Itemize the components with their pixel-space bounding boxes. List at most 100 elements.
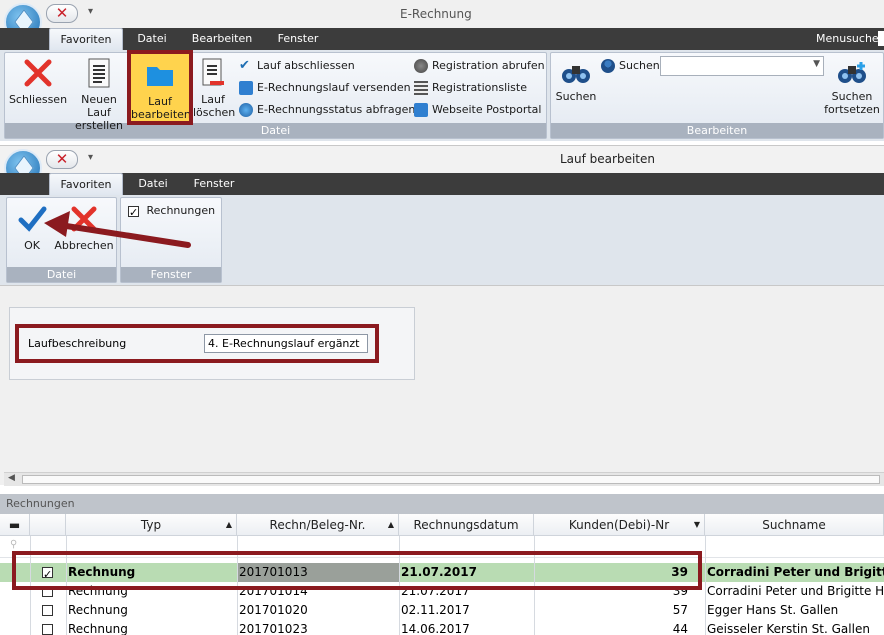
webseite-postportal-label: Webseite Postportal: [432, 103, 542, 116]
close-icon: ✕: [55, 150, 69, 168]
grid-header-collapse[interactable]: ▬: [0, 514, 30, 536]
home-icon: [414, 103, 428, 117]
suchen-button[interactable]: Suchen: [553, 60, 599, 103]
list-icon: [414, 81, 428, 95]
table-row[interactable]: Rechnung 201701023 14.06.2017 44 Geissel…: [0, 620, 884, 635]
tab-datei[interactable]: Datei: [128, 28, 176, 50]
close-quick-button-2[interactable]: ✕: [46, 150, 78, 169]
cell-typ: Rechnung: [68, 603, 128, 617]
suchen-fortsetzen-label: Suchen fortsetzen: [824, 90, 880, 116]
ribbon1-group-bearbeiten-label: Bearbeiten: [551, 123, 883, 138]
scroll-left-icon[interactable]: ◀: [8, 473, 15, 483]
cell-suchname: Egger Hans St. Gallen: [707, 603, 839, 617]
suchen-big-label: Suchen: [555, 90, 597, 103]
sort-up-icon: ▲: [225, 520, 232, 529]
cell-nr: 201701023: [239, 622, 308, 635]
grid-header-kunde[interactable]: Kunden(Debi)-Nr ▼: [534, 514, 705, 536]
binoculars-plus-icon: [838, 62, 866, 83]
grid-header-nr[interactable]: Rechn/Beleg-Nr. ▲: [237, 514, 399, 536]
window1-title: E-Rechnung: [400, 7, 472, 21]
highlight-lauf-bearbeiten: [127, 50, 193, 125]
window2-titlebar: [0, 145, 884, 173]
grid-header-check: [30, 514, 66, 536]
annotation-arrow: [44, 211, 191, 248]
row-checkbox[interactable]: [42, 624, 53, 635]
user-icon: [601, 59, 615, 73]
close-quick-button[interactable]: ✕: [46, 4, 78, 23]
registration-abrufen-button[interactable]: Registration abrufen: [414, 57, 545, 75]
envelope-icon: [239, 81, 253, 95]
grid-header-suchname-label: Suchname: [762, 518, 826, 532]
schliessen-label: Schliessen: [8, 93, 68, 106]
chevron-down-icon: ▼: [813, 59, 820, 69]
tab2-favoriten[interactable]: Favoriten: [49, 173, 123, 196]
grid-header-typ[interactable]: Typ ▲: [66, 514, 237, 536]
table-row[interactable]: Rechnung 201701020 02.11.2017 57 Egger H…: [0, 601, 884, 620]
erechnungslauf-versenden-label: E-Rechnungslauf versenden: [257, 81, 411, 94]
quick-access-menu-icon[interactable]: ▾: [88, 6, 93, 17]
filter-icon[interactable]: ⚲: [10, 539, 17, 550]
lauf-abschliessen-button[interactable]: ✔ Lauf abschliessen: [239, 57, 355, 75]
window2-title: Lauf bearbeiten: [560, 152, 655, 166]
cell-kunde: 57: [672, 603, 688, 617]
cell-suchname: Geisseler Kerstin St. Gallen: [707, 622, 870, 635]
scroll-thumb[interactable]: [22, 475, 880, 484]
suchen-dropdown[interactable]: ▼: [660, 56, 824, 76]
schliessen-button[interactable]: Schliessen: [8, 57, 68, 106]
erechnungsstatus-abfragen-button[interactable]: E-Rechnungsstatus abfragen: [239, 101, 415, 119]
row-checkbox[interactable]: [42, 605, 53, 616]
cell-suchname: Corradini Peter und Brigitte H: [707, 584, 884, 598]
suchen-fortsetzen-button[interactable]: Suchen fortsetzen: [822, 60, 882, 116]
users-icon: [414, 59, 428, 73]
grid-header-datum[interactable]: Rechnungsdatum: [399, 514, 534, 536]
lauf-loeschen-button[interactable]: Lauf löschen: [193, 57, 236, 119]
tab-favoriten[interactable]: Favoriten: [49, 28, 123, 51]
tab2-fenster[interactable]: Fenster: [184, 173, 244, 195]
cell-typ: Rechnung: [68, 622, 128, 635]
grid-header-typ-label: Typ: [140, 518, 162, 532]
binoculars-icon: [562, 66, 590, 83]
registration-abrufen-label: Registration abrufen: [432, 59, 545, 72]
row-check-cell[interactable]: [42, 601, 53, 620]
menusuche-label: Menusuche: [816, 32, 879, 45]
highlight-selected-row: [12, 551, 702, 590]
lauf-loeschen-label: Lauf löschen: [193, 93, 236, 119]
row-check-cell[interactable]: [42, 620, 53, 635]
cell-datum: 02.11.2017: [401, 603, 470, 617]
suchen-label-row: Suchen: [601, 57, 660, 75]
cell-nr: 201701020: [239, 603, 308, 617]
delete-document-icon: [202, 58, 224, 86]
menusuche-input[interactable]: [878, 31, 884, 46]
lauf-abschliessen-label: Lauf abschliessen: [257, 59, 355, 72]
erechnungsstatus-abfragen-label: E-Rechnungsstatus abfragen: [257, 103, 416, 116]
ribbon2-group-fenster-label: Fenster: [121, 267, 221, 282]
grid-section-title: Rechnungen: [0, 494, 884, 514]
cell-datum: 14.06.2017: [401, 622, 470, 635]
registrationsliste-label: Registrationsliste: [432, 81, 527, 94]
grid-section-title-text: Rechnungen: [6, 497, 75, 510]
neuen-lauf-label: Neuen Lauf erstellen: [75, 93, 123, 132]
checkmark-icon: ✔: [239, 58, 250, 73]
tab-fenster[interactable]: Fenster: [268, 28, 328, 50]
cell-suchname: Corradini Peter und Brigitte H: [707, 565, 884, 579]
ribbon2-group-datei-label: Datei: [7, 267, 116, 282]
grid-header-kunde-label: Kunden(Debi)-Nr: [568, 518, 670, 532]
quick-access-menu-icon-2[interactable]: ▾: [88, 152, 93, 163]
sort-up-icon: ▲: [387, 520, 394, 529]
webseite-postportal-button[interactable]: Webseite Postportal: [414, 101, 541, 119]
close-icon: ✕: [55, 4, 69, 22]
tab2-datei[interactable]: Datei: [128, 173, 178, 195]
grid-col-divider: [705, 536, 706, 635]
erechnungslauf-versenden-button[interactable]: E-Rechnungslauf versenden: [239, 79, 411, 97]
close-icon: [24, 59, 52, 87]
cell-kunde: 44: [672, 622, 688, 635]
grid-header-suchname[interactable]: Suchname: [705, 514, 884, 536]
horizontal-scrollbar[interactable]: ◀: [4, 472, 884, 486]
registrationsliste-button[interactable]: Registrationsliste: [414, 79, 527, 97]
sort-down-icon: ▼: [693, 520, 700, 529]
tab-bearbeiten[interactable]: Bearbeiten: [184, 28, 260, 50]
neuen-lauf-button[interactable]: Neuen Lauf erstellen: [68, 57, 130, 132]
suchen-label: Suchen: [619, 59, 660, 72]
grid-header-nr-label: Rechn/Beleg-Nr.: [269, 518, 366, 532]
globe-icon: [239, 103, 253, 117]
